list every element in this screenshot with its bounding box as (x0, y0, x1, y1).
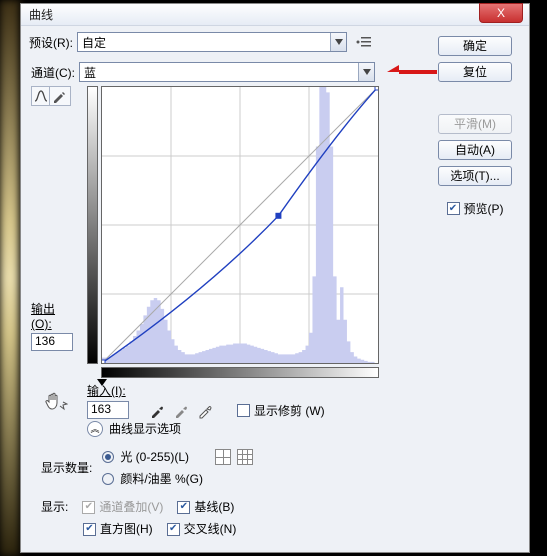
close-button[interactable]: X (479, 3, 523, 23)
show-clipping-checkbox[interactable] (237, 404, 250, 417)
input-label: 输入(I): (87, 382, 129, 399)
amount-label: 显示数量: (41, 457, 92, 479)
close-icon: X (497, 6, 505, 20)
histogram-label: 直方图(H) (100, 518, 153, 540)
overlay-label: 通道叠加(V) (99, 496, 163, 518)
preset-label: 预设(R): (29, 34, 73, 51)
pencil-tool-icon[interactable] (50, 87, 68, 105)
hand-tool-icon[interactable] (41, 390, 71, 412)
grid-4-icon[interactable] (215, 449, 231, 465)
chevron-down-icon (358, 63, 374, 81)
histogram-checkbox[interactable]: ✔ (83, 523, 96, 536)
radio-light[interactable] (102, 451, 114, 463)
curves-dialog: 曲线 X 预设(R): 自定 确定 复位 平滑(M) 自动(A) 选项(T)..… (20, 3, 530, 553)
intersection-checkbox[interactable]: ✔ (167, 523, 180, 536)
preview-label: 预览(P) (464, 200, 504, 217)
output-gradient (87, 86, 98, 364)
channel-value: 蓝 (84, 64, 96, 81)
show-label: 显示: (41, 496, 68, 518)
smooth-button: 平滑(M) (438, 114, 512, 134)
overlay-checkbox: ✔ (82, 501, 95, 514)
grid-9-icon[interactable] (237, 449, 253, 465)
annotation-arrow (387, 64, 437, 80)
auto-button[interactable]: 自动(A) (438, 140, 512, 160)
curve-plot[interactable] (101, 86, 379, 364)
radio-ink-label: 颜料/油墨 %(G) (120, 468, 203, 490)
options-button[interactable]: 选项(T)... (438, 166, 512, 186)
curve-tool-group (31, 86, 71, 106)
input-field[interactable]: 163 (87, 401, 129, 419)
expand-toggle-icon[interactable]: ︽ (87, 421, 103, 437)
preview-checkbox[interactable]: ✔ (447, 202, 460, 215)
preset-value: 自定 (82, 34, 106, 51)
output-label: 输出(O): (31, 300, 71, 331)
intersection-label: 交叉线(N) (184, 518, 237, 540)
reset-button[interactable]: 复位 (438, 62, 512, 82)
eyedropper-white-icon[interactable] (197, 403, 213, 419)
radio-ink[interactable] (102, 473, 114, 485)
chevron-down-icon (330, 33, 346, 51)
curve-tool-icon[interactable] (32, 87, 50, 105)
preset-menu-icon[interactable] (355, 34, 373, 50)
input-gradient (101, 367, 379, 378)
eyedropper-gray-icon[interactable] (173, 403, 189, 419)
preset-combo[interactable]: 自定 (77, 32, 347, 52)
show-clipping-label: 显示修剪 (W) (254, 402, 325, 419)
radio-light-label: 光 (0-255)(L) (120, 446, 189, 468)
output-field[interactable]: 136 (31, 333, 73, 351)
channel-label: 通道(C): (31, 64, 75, 81)
eyedropper-black-icon[interactable] (149, 403, 165, 419)
ok-button[interactable]: 确定 (438, 36, 512, 56)
expander-label: 曲线显示选项 (109, 420, 181, 437)
channel-combo[interactable]: 蓝 (79, 62, 375, 82)
titlebar[interactable]: 曲线 X (21, 4, 529, 26)
baseline-label: 基线(B) (194, 496, 234, 518)
baseline-checkbox[interactable]: ✔ (177, 501, 190, 514)
window-title: 曲线 (29, 6, 53, 23)
